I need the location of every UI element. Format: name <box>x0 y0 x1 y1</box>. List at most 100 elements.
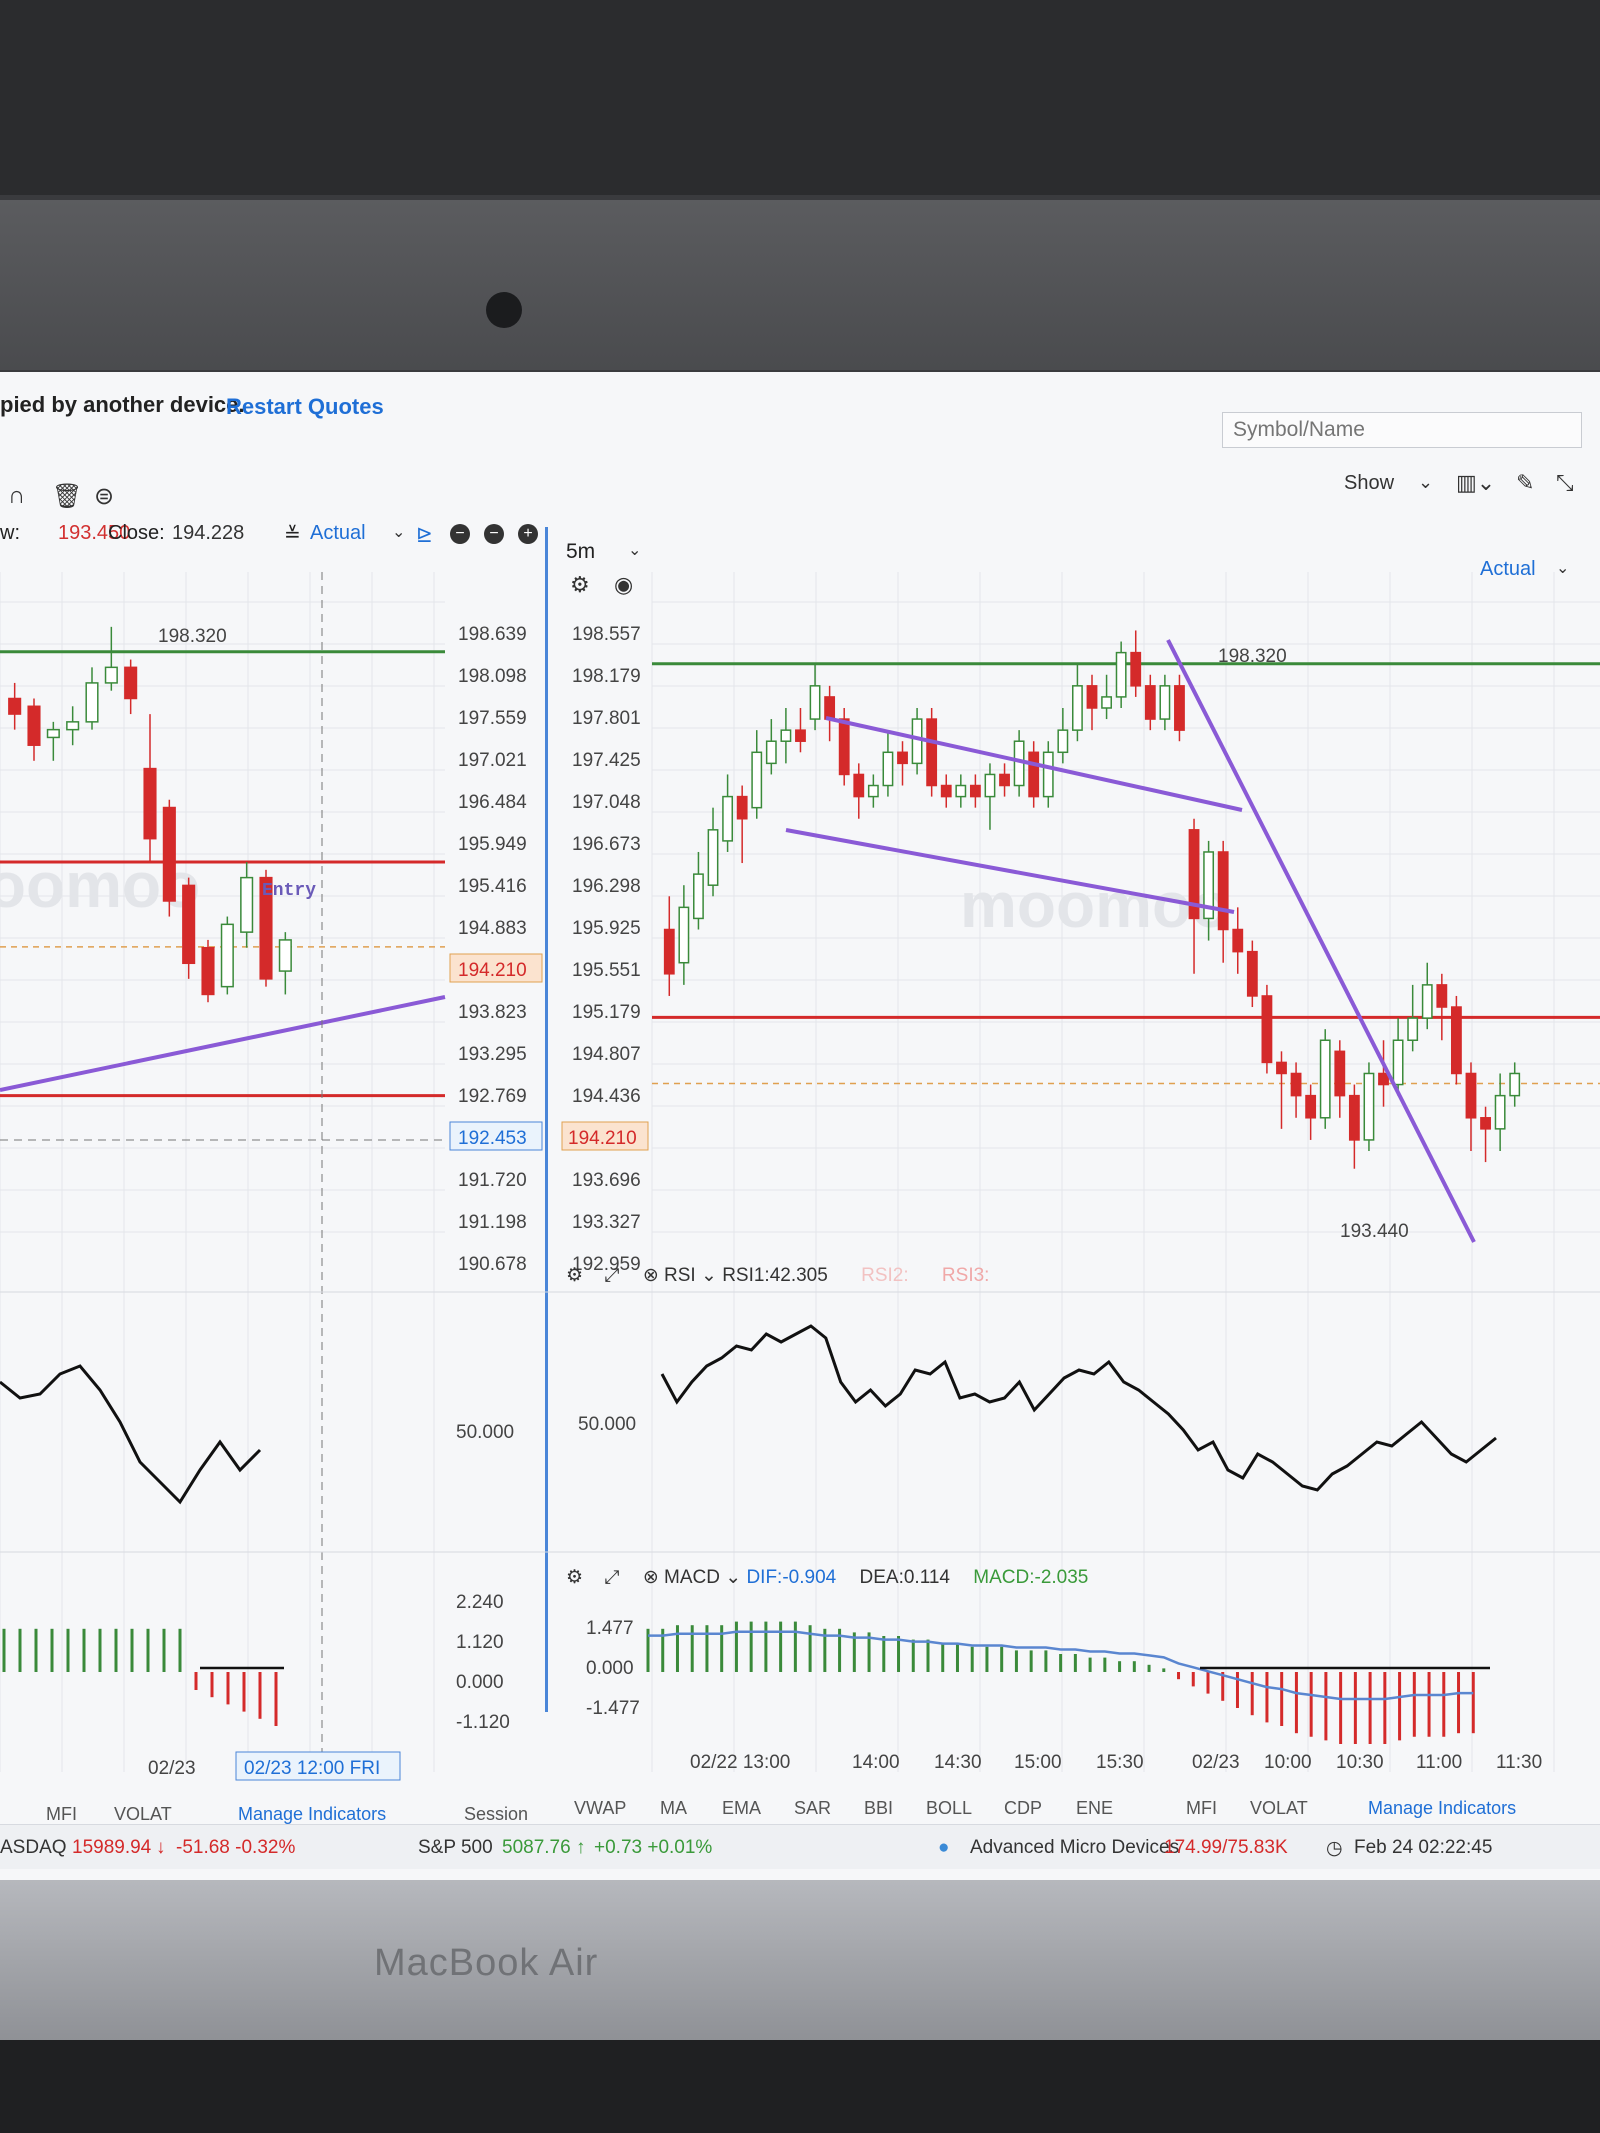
price-tick: 195.416 <box>458 876 527 897</box>
time-tick: 14:00 <box>852 1752 900 1773</box>
tab-ma[interactable]: MA <box>660 1798 687 1819</box>
candle-body <box>1144 685 1156 720</box>
candle-body <box>104 666 118 684</box>
candle-body <box>1028 751 1040 798</box>
ticker-value: 174.99/75.83K <box>1164 1837 1288 1858</box>
expand-icon[interactable]: ⤢ <box>604 1265 619 1286</box>
high-marker-left: 198.320 <box>158 626 227 647</box>
expand-icon[interactable]: ⤢ <box>604 1567 619 1588</box>
desk-surface <box>0 2040 1600 2133</box>
price-tick: 198.639 <box>458 624 527 645</box>
tab-mfi-left[interactable]: MFI <box>46 1804 77 1825</box>
candle-body <box>853 773 865 798</box>
chart-canvas[interactable]: moomoomoomoo198.320193.440198.320Entry19… <box>0 372 1600 1824</box>
current-price: 194.210 <box>568 1128 637 1149</box>
candle-body <box>882 751 894 787</box>
rsi-name[interactable]: RSI <box>664 1265 696 1286</box>
laptop-bezel-top <box>0 200 1600 370</box>
price-tick: 195.949 <box>458 834 527 855</box>
candle-body <box>1363 1072 1375 1141</box>
tab-sar[interactable]: SAR <box>794 1798 831 1819</box>
tab-bbi[interactable]: BBI <box>864 1798 893 1819</box>
index-name[interactable]: ASDAQ <box>0 1837 67 1859</box>
tab-mfi[interactable]: MFI <box>1186 1798 1217 1819</box>
candle-body <box>969 784 981 798</box>
price-tick: 191.198 <box>458 1212 527 1233</box>
macd-name[interactable]: MACD <box>664 1567 720 1588</box>
time-tick: 10:00 <box>1264 1752 1312 1773</box>
candle-body <box>1115 651 1127 698</box>
candle-body <box>46 728 60 739</box>
macd-tick: -1.477 <box>586 1698 640 1719</box>
tab-volat[interactable]: VOLAT <box>1250 1798 1308 1819</box>
tab-vwap[interactable]: VWAP <box>574 1798 626 1819</box>
time-tick: 15:00 <box>1014 1752 1062 1773</box>
dif-value: DIF:-0.904 <box>746 1567 837 1588</box>
index-name-sp500[interactable]: S&P 500 <box>418 1837 493 1859</box>
crosshair-date: 02/23 12:00 FRI <box>244 1758 380 1779</box>
macd-tick-left: 2.240 <box>456 1592 504 1613</box>
time-tick: 10:30 <box>1336 1752 1384 1773</box>
candle-body <box>162 806 176 902</box>
candle-body <box>1217 851 1229 931</box>
candle-body <box>663 928 675 975</box>
candle-body <box>1305 1094 1317 1119</box>
tab-cdp[interactable]: CDP <box>1004 1798 1042 1819</box>
trading-app-window: pied by another device. Restart Quotes ∩… <box>0 372 1600 1882</box>
rsi-line-left <box>0 1364 262 1505</box>
candle-body <box>1509 1072 1521 1097</box>
price-tick: 192.769 <box>458 1086 527 1107</box>
candle-body <box>795 729 806 742</box>
tab-volat-left[interactable]: VOLAT <box>114 1804 172 1825</box>
datetime: Feb 24 02:22:45 <box>1354 1837 1493 1858</box>
price-tick: 196.673 <box>572 834 641 855</box>
price-tick: 191.720 <box>458 1170 527 1191</box>
tab-boll[interactable]: BOLL <box>926 1798 972 1819</box>
candle-body <box>926 718 938 787</box>
price-tick: 195.925 <box>572 918 641 939</box>
candle-body <box>1407 1017 1419 1042</box>
rsi2-value: RSI2: <box>861 1265 909 1286</box>
candle-body <box>1042 751 1054 798</box>
candle-body <box>201 946 215 996</box>
price-tick: 190.678 <box>458 1254 527 1275</box>
index-value: 15989.94 <box>72 1837 152 1858</box>
rsi-tick: 50.000 <box>578 1414 636 1435</box>
rsi-line <box>660 1324 1497 1492</box>
candle-body <box>1319 1039 1331 1119</box>
price-tick: 198.557 <box>572 624 641 645</box>
candle-body <box>1480 1117 1491 1130</box>
price-tick: 194.883 <box>458 918 527 939</box>
candle-body <box>143 767 157 840</box>
macd-value: MACD:-2.035 <box>973 1567 1089 1588</box>
gear-icon[interactable]: ⚙ <box>566 1567 583 1588</box>
close-icon[interactable]: ⊗ <box>643 1567 659 1588</box>
date-tick-left: 02/23 <box>148 1758 196 1779</box>
candle-body <box>1436 984 1448 1008</box>
down-arrow-icon: ↓ <box>156 1837 166 1858</box>
candle-body <box>27 705 41 746</box>
price-tick: 197.021 <box>458 750 527 771</box>
candle-body <box>1465 1072 1477 1119</box>
time-tick: 14:30 <box>934 1752 982 1773</box>
candle-body <box>1276 1061 1287 1075</box>
candle-body <box>1494 1094 1506 1130</box>
candle-body <box>1392 1039 1404 1086</box>
session-toggle[interactable]: Session <box>464 1804 528 1825</box>
price-tick: 196.484 <box>458 792 527 813</box>
low-marker: 193.440 <box>1340 1221 1409 1242</box>
tab-ene[interactable]: ENE <box>1076 1798 1113 1819</box>
price-tick: 198.098 <box>458 666 527 687</box>
manage-indicators-right[interactable]: Manage Indicators <box>1368 1798 1516 1819</box>
close-icon[interactable]: ⊗ <box>643 1265 659 1286</box>
ticker-name[interactable]: Advanced Micro Devices <box>970 1837 1179 1859</box>
candle-body <box>1130 651 1142 687</box>
gear-icon[interactable]: ⚙ <box>566 1265 583 1286</box>
manage-indicators-left[interactable]: Manage Indicators <box>238 1804 386 1825</box>
price-tick: 198.179 <box>572 666 641 687</box>
tab-ema[interactable]: EMA <box>722 1798 761 1819</box>
candle-body <box>66 721 80 731</box>
status-bar: ASDAQ 15989.94 ↓ -51.68 -0.32% S&P 500 5… <box>0 1824 1600 1869</box>
rsi1-value: RSI1:42.305 <box>722 1265 828 1286</box>
candle-body <box>1232 928 1244 953</box>
